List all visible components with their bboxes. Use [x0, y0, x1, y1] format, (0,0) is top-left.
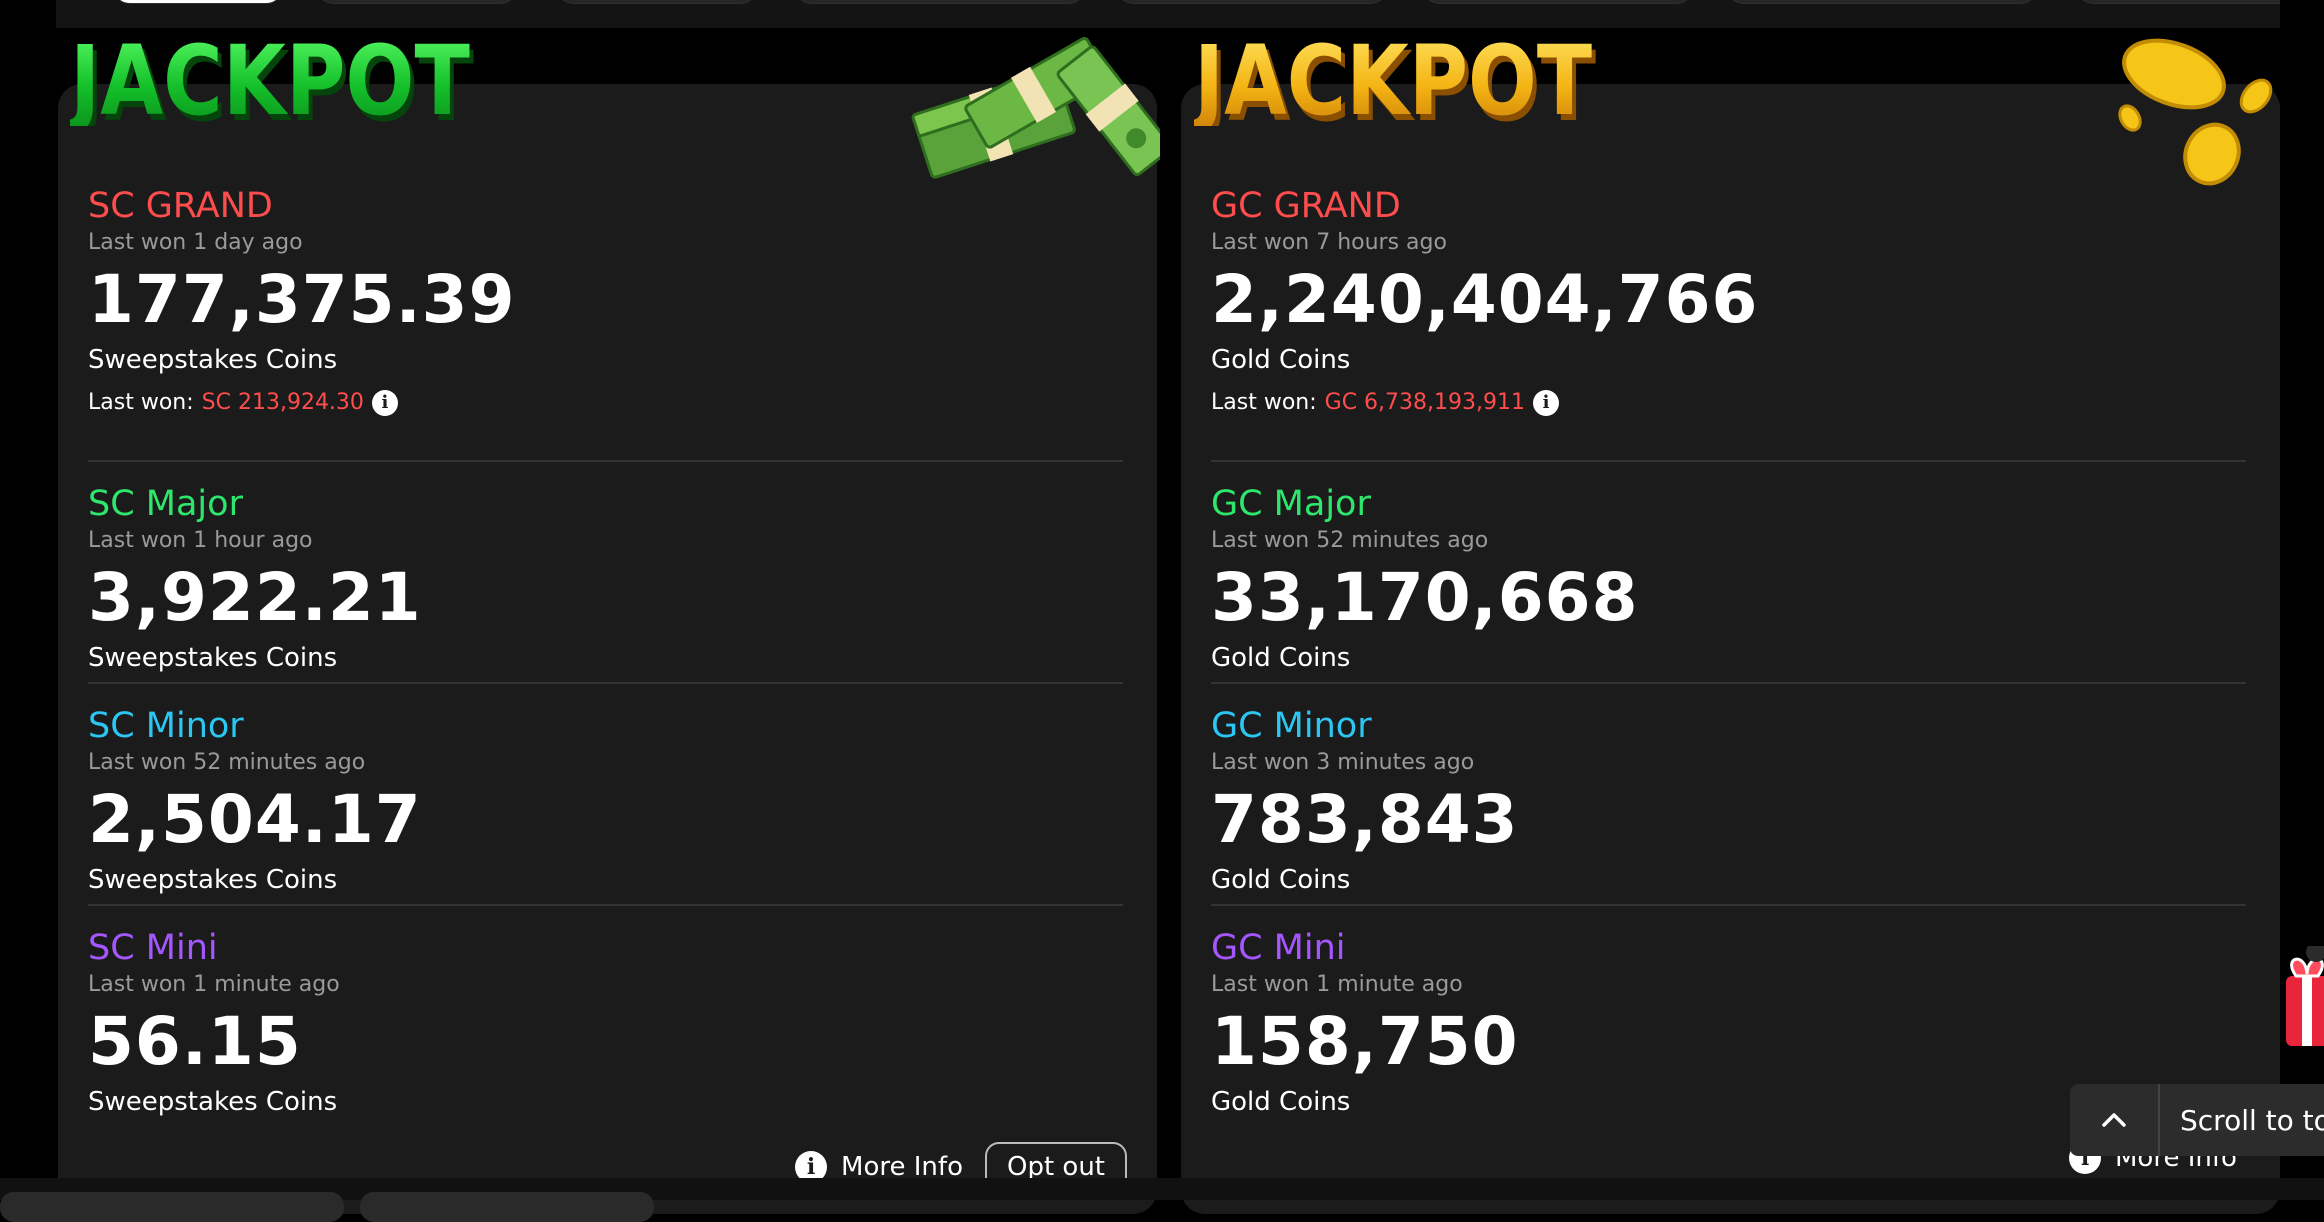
gc-minor-tier: GC Minor Last won 3 minutes ago 783,843 …	[1211, 704, 2246, 898]
tier-last-won-time: Last won 3 minutes ago	[1211, 750, 1475, 775]
tier-unit: Sweepstakes Coins	[88, 865, 338, 895]
tier-name: GC Major	[1211, 484, 1371, 524]
logo-text: JACKPOT	[70, 34, 470, 126]
sc-major-tier: SC Major Last won 1 hour ago 3,922.21 Sw…	[88, 482, 1123, 676]
tier-amount: 3,922.21	[88, 559, 422, 636]
chevron-up-icon	[2070, 1084, 2160, 1156]
nav-pill-active[interactable]	[112, 0, 284, 4]
gc-major-tier: GC Major Last won 52 minutes ago 33,170,…	[1211, 482, 2246, 676]
tier-last-won-time: Last won 1 minute ago	[1211, 972, 1463, 997]
tier-amount: 158,750	[1211, 1003, 1519, 1080]
tier-name: GC GRAND	[1211, 186, 1401, 226]
last-won-label: Last won:	[88, 390, 194, 415]
tier-amount: 783,843	[1211, 781, 1519, 858]
bottom-tab[interactable]	[0, 1192, 344, 1222]
gold-coins-icon	[2118, 38, 2273, 186]
tier-name: SC Minor	[88, 706, 244, 746]
tier-amount: 2,240,404,766	[1211, 261, 1759, 338]
tier-unit: Sweepstakes Coins	[88, 1087, 338, 1117]
tier-last-won-time: Last won 1 hour ago	[88, 528, 313, 553]
last-won-row: Last won: SC 213,924.30 i	[88, 386, 1123, 420]
tier-unit: Gold Coins	[1211, 643, 1351, 673]
divider	[1211, 904, 2246, 906]
divider	[88, 460, 1123, 462]
nav-pill[interactable]	[316, 0, 518, 4]
info-icon[interactable]: i	[371, 390, 398, 416]
tier-name: GC Mini	[1211, 928, 1346, 968]
last-won-value: GC 6,738,193,911	[1324, 390, 1525, 415]
divider	[88, 904, 1123, 906]
gc-jackpot-card: GC GRAND Last won 7 hours ago 2,240,404,…	[1181, 84, 2280, 1214]
bottom-bar	[0, 1178, 2324, 1222]
divider	[88, 682, 1123, 684]
nav-pill[interactable]	[1116, 0, 1388, 4]
sc-jackpot-card: SC GRAND Last won 1 day ago 177,375.39 S…	[58, 84, 1157, 1214]
tier-amount: 2,504.17	[88, 781, 422, 858]
nav-pill[interactable]	[556, 0, 758, 4]
tier-unit: Gold Coins	[1211, 345, 1351, 375]
divider	[1211, 682, 2246, 684]
bottom-tab[interactable]	[360, 1192, 654, 1222]
logo-text: JACKPOT	[1194, 34, 1592, 126]
tier-amount: 33,170,668	[1211, 559, 1639, 636]
nav-pill[interactable]	[794, 0, 1086, 4]
info-icon[interactable]: i	[1533, 390, 1559, 416]
tier-name: SC GRAND	[88, 186, 273, 226]
gift-icon[interactable]	[2276, 946, 2324, 1056]
divider	[1211, 460, 2246, 462]
tier-unit: Sweepstakes Coins	[88, 643, 338, 673]
gc-jackpot-logo: JACKPOT JACKPOT	[1194, 34, 1596, 126]
sc-grand-tier: SC GRAND Last won 1 day ago 177,375.39 S…	[88, 184, 1123, 420]
tier-amount: 56.15	[88, 1003, 302, 1080]
tier-name: GC Minor	[1211, 706, 1372, 746]
nav-pill[interactable]	[1726, 0, 2038, 4]
tier-last-won-time: Last won 7 hours ago	[1211, 230, 1447, 255]
cash-stack-icon	[911, 36, 1160, 179]
tier-last-won-time: Last won 1 day ago	[88, 230, 303, 255]
scroll-to-top-button[interactable]: Scroll to to	[2070, 1084, 2324, 1156]
tier-unit: Sweepstakes Coins	[88, 345, 338, 375]
tier-name: SC Mini	[88, 928, 218, 968]
tier-amount: 177,375.39	[88, 261, 516, 338]
nav-pill[interactable]	[2076, 0, 2280, 4]
top-nav-strip	[56, 0, 2280, 28]
sc-jackpot-logo: JACKPOT JACKPOT	[70, 34, 474, 126]
tier-unit: Gold Coins	[1211, 865, 1351, 895]
tier-last-won-time: Last won 1 minute ago	[88, 972, 340, 997]
scroll-to-top-label: Scroll to to	[2180, 1103, 2324, 1137]
last-won-row: Last won: GC 6,738,193,911 i	[1211, 386, 2246, 420]
nav-pill[interactable]	[1422, 0, 1694, 4]
sc-mini-tier: SC Mini Last won 1 minute ago 56.15 Swee…	[88, 926, 1123, 1120]
tier-last-won-time: Last won 52 minutes ago	[88, 750, 366, 775]
sc-minor-tier: SC Minor Last won 52 minutes ago 2,504.1…	[88, 704, 1123, 898]
last-won-value: SC 213,924.30	[201, 390, 364, 415]
tier-name: SC Major	[88, 484, 243, 524]
last-won-label: Last won:	[1211, 390, 1317, 415]
tier-last-won-time: Last won 52 minutes ago	[1211, 528, 1489, 553]
gc-grand-tier: GC GRAND Last won 7 hours ago 2,240,404,…	[1211, 184, 2246, 420]
